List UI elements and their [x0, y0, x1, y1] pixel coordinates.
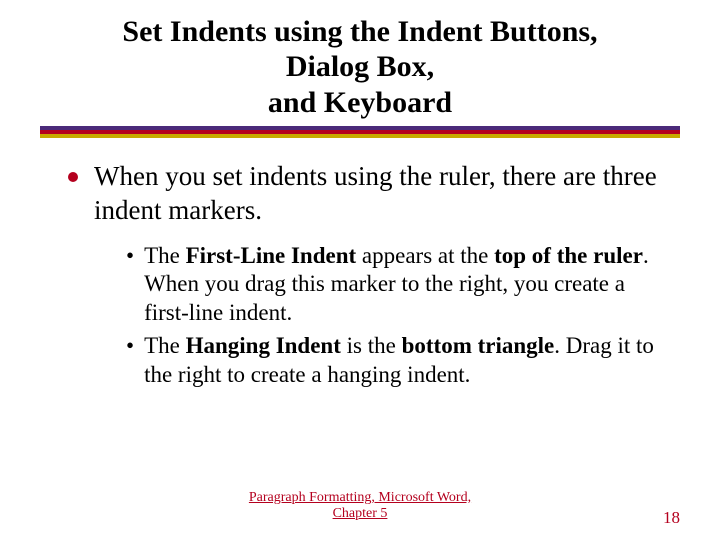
title-line-3: and Keyboard [50, 85, 670, 120]
bullet-dot-icon: • [126, 332, 134, 361]
title-line-2: Dialog Box, [50, 49, 670, 84]
bullet-level2-text-b: The Hanging Indent is the bottom triangl… [144, 332, 664, 390]
divider-gold [40, 134, 680, 138]
footer-center-text: Paragraph Formatting, Microsoft Word, Ch… [230, 490, 490, 522]
disc-icon [68, 172, 78, 182]
text-run: is the [341, 333, 402, 358]
text-bold: First-Line Indent [186, 243, 357, 268]
text-run: appears at the [356, 243, 494, 268]
text-run: The [144, 243, 186, 268]
slide: Set Indents using the Indent Buttons, Di… [0, 0, 720, 540]
bullet-level2: • The Hanging Indent is the bottom trian… [126, 332, 664, 390]
bullet-level1-text: When you set indents using the ruler, th… [94, 160, 674, 228]
title-line-1: Set Indents using the Indent Buttons, [50, 14, 670, 49]
page-number: 18 [663, 508, 680, 528]
slide-body: When you set indents using the ruler, th… [40, 160, 680, 389]
text-bold: bottom triangle [402, 333, 555, 358]
bullet-level2: • The First-Line Indent appears at the t… [126, 242, 664, 328]
bullet-level2-text-a: The First-Line Indent appears at the top… [144, 242, 664, 328]
text-bold: top of the ruler [494, 243, 643, 268]
slide-title: Set Indents using the Indent Buttons, Di… [40, 14, 680, 126]
slide-footer: Paragraph Formatting, Microsoft Word, Ch… [0, 490, 720, 530]
bullet-level1: When you set indents using the ruler, th… [68, 160, 674, 228]
sub-bullet-list: • The First-Line Indent appears at the t… [68, 242, 674, 390]
text-bold: Hanging Indent [186, 333, 341, 358]
bullet-dot-icon: • [126, 242, 134, 271]
text-run: The [144, 333, 186, 358]
divider-stack [40, 126, 680, 138]
